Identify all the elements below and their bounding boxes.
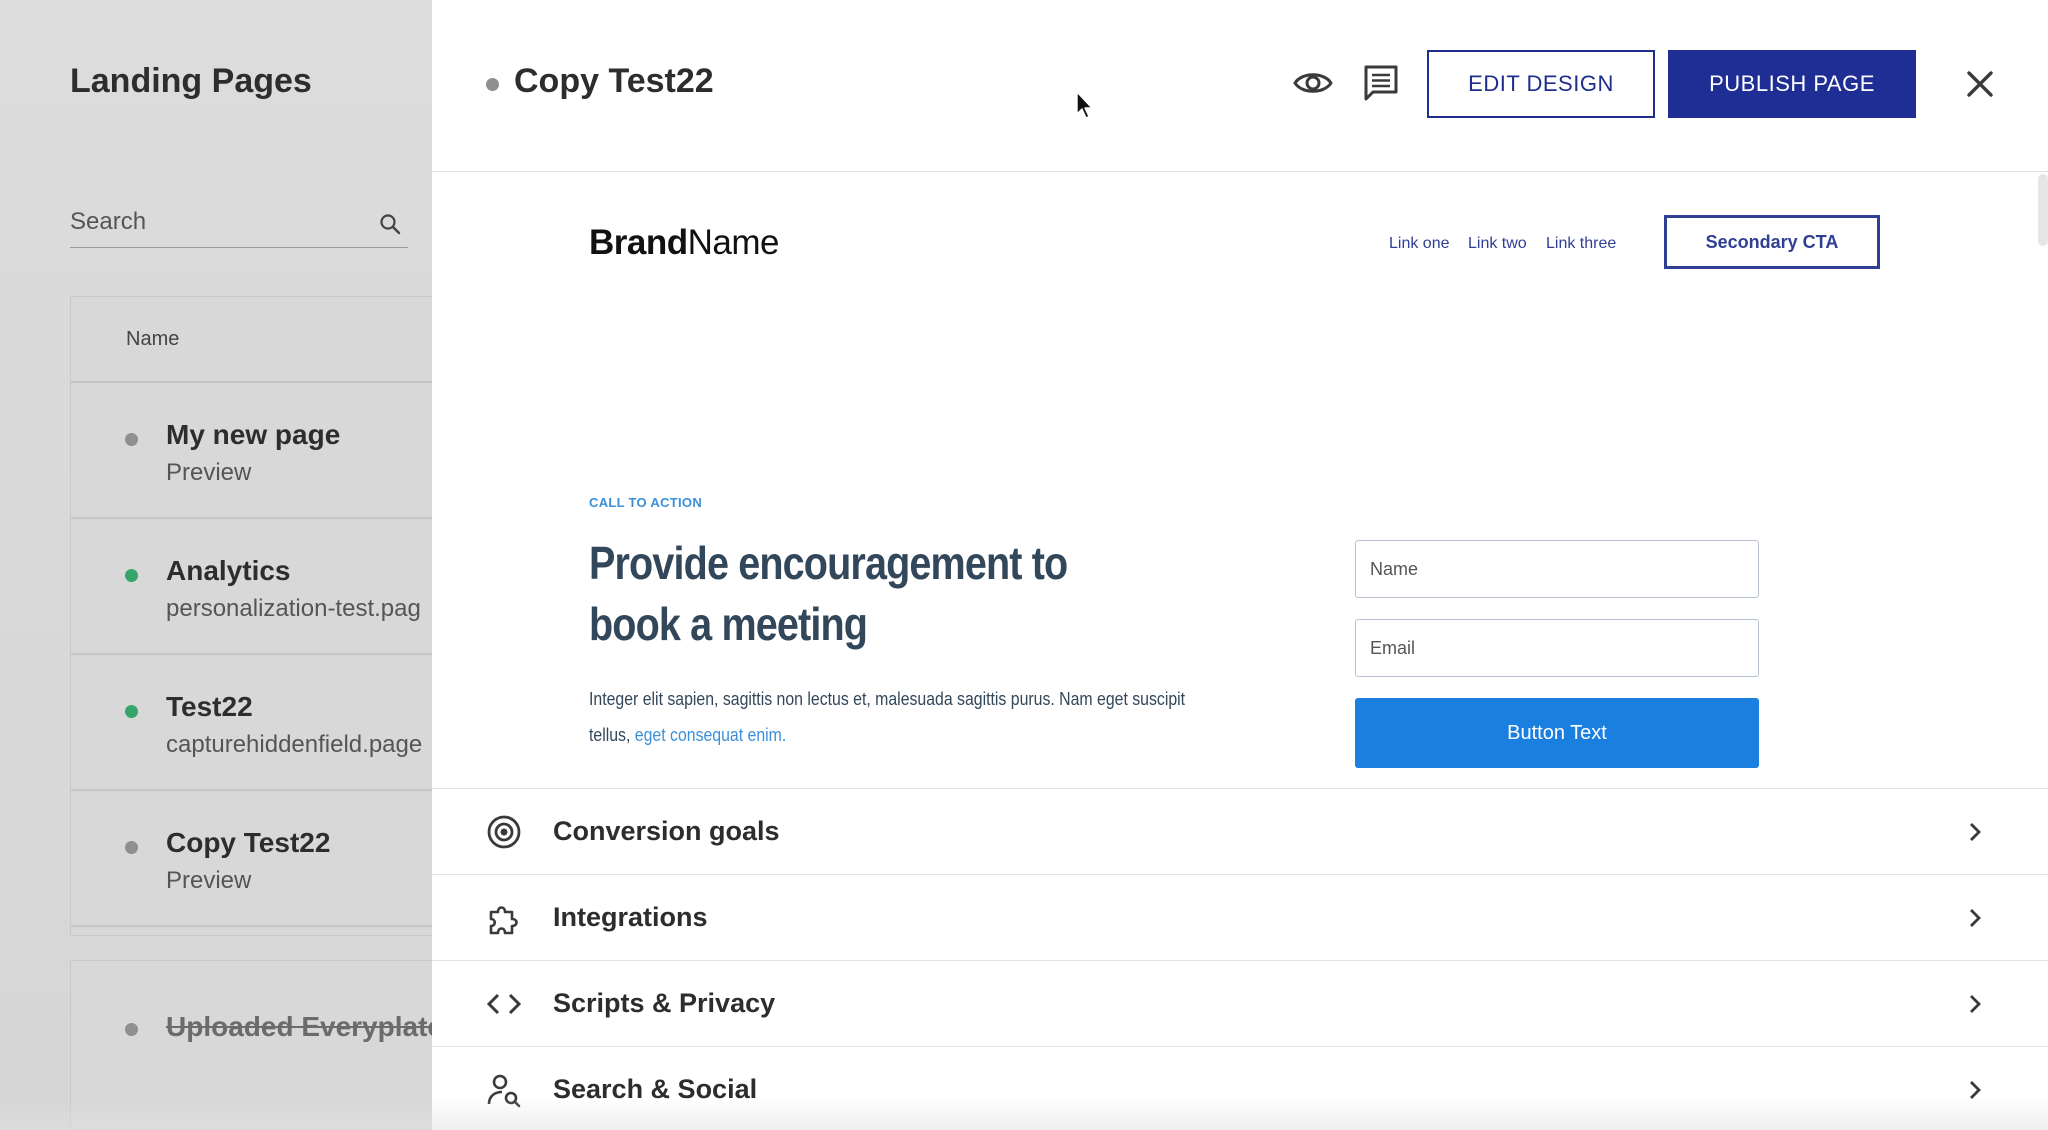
table-row[interactable]: Copy Test22 Preview [71,791,432,927]
chevron-right-icon [1970,995,1981,1013]
status-dot [125,1023,138,1036]
form-submit-button[interactable]: Button Text [1355,698,1759,768]
archived-pages-table: Uploaded Everyplate [70,960,432,1130]
panel-title: Copy Test22 [514,62,714,100]
column-header-name[interactable]: Name [71,297,432,383]
page-url[interactable]: personalization-test.pag [166,595,421,623]
person-search-icon [487,1074,521,1108]
email-field[interactable]: Email [1355,619,1759,677]
brand-logo: BrandName [589,223,780,262]
edit-design-button[interactable]: EDIT DESIGN [1427,50,1655,118]
table-row[interactable]: My new page Preview [71,383,432,519]
chevron-right-icon [1970,909,1981,927]
scrollbar-thumb[interactable] [2038,174,2048,246]
chevron-right-icon [1970,1081,1981,1099]
page-title: Landing Pages [70,62,312,100]
status-dot [125,841,138,854]
eyebrow-label: CALL TO ACTION [589,495,703,510]
integrations-section[interactable]: Integrations [432,874,2048,960]
status-dot [125,705,138,718]
nav-link-three[interactable]: Link three [1546,235,1616,253]
search-social-section[interactable]: Search & Social [432,1046,2048,1130]
section-label: Search & Social [553,1074,758,1104]
page-name[interactable]: My new page [166,419,340,451]
table-row[interactable]: Test22 capturehiddenfield.page [71,655,432,791]
landing-page-preview: BrandName Link one Link two Link three S… [432,173,2038,788]
close-icon[interactable] [1960,64,2000,104]
status-dot [486,78,499,91]
landing-pages-background: Landing Pages Search Name My new page Pr… [0,0,432,1130]
comment-icon[interactable] [1360,62,1402,104]
status-dot [125,433,138,446]
conversion-goals-section[interactable]: Conversion goals [432,788,2048,874]
chevron-right-icon [1970,823,1981,841]
panel-header: Copy Test22 EDIT DESIGN PUBLISH PAGE [432,0,2048,172]
body-link[interactable]: eget consequat enim. [635,725,786,745]
page-detail-panel: Copy Test22 EDIT DESIGN PUBLISH PAGE Bra… [432,0,2048,1130]
search-placeholder: Search [70,208,147,235]
archived-page-name[interactable]: Uploaded Everyplate [166,1011,432,1043]
page-name[interactable]: Test22 [166,691,253,723]
code-icon [486,993,522,1015]
section-label: Conversion goals [553,816,780,846]
search-icon[interactable] [378,212,402,236]
scripts-privacy-section[interactable]: Scripts & Privacy [432,960,2048,1046]
section-label: Scripts & Privacy [553,988,776,1018]
puzzle-icon [489,906,518,935]
mouse-cursor-icon [1076,91,1093,119]
publish-page-button[interactable]: PUBLISH PAGE [1668,50,1916,118]
hero-body: Integer elit sapien, sagittis non lectus… [589,689,1186,745]
secondary-cta-button[interactable]: Secondary CTA [1664,215,1880,269]
search-input[interactable]: Search [70,206,408,248]
eye-icon[interactable] [1292,62,1334,104]
nav-link-one[interactable]: Link one [1389,235,1450,253]
page-url[interactable]: Preview [166,867,251,895]
page-name[interactable]: Copy Test22 [166,827,330,859]
nav-link-two[interactable]: Link two [1468,235,1527,253]
page-url[interactable]: capturehiddenfield.page [166,731,422,759]
target-icon [487,815,521,849]
section-label: Integrations [553,902,708,932]
hero-headline: Provide encouragement to book a meeting [589,537,1068,650]
page-name[interactable]: Analytics [166,555,291,587]
pages-table: Name My new page Preview Analytics perso… [70,296,432,936]
status-dot [125,569,138,582]
page-url[interactable]: Preview [166,459,251,487]
name-field[interactable]: Name [1355,540,1759,598]
table-row[interactable]: Analytics personalization-test.pag [71,519,432,655]
